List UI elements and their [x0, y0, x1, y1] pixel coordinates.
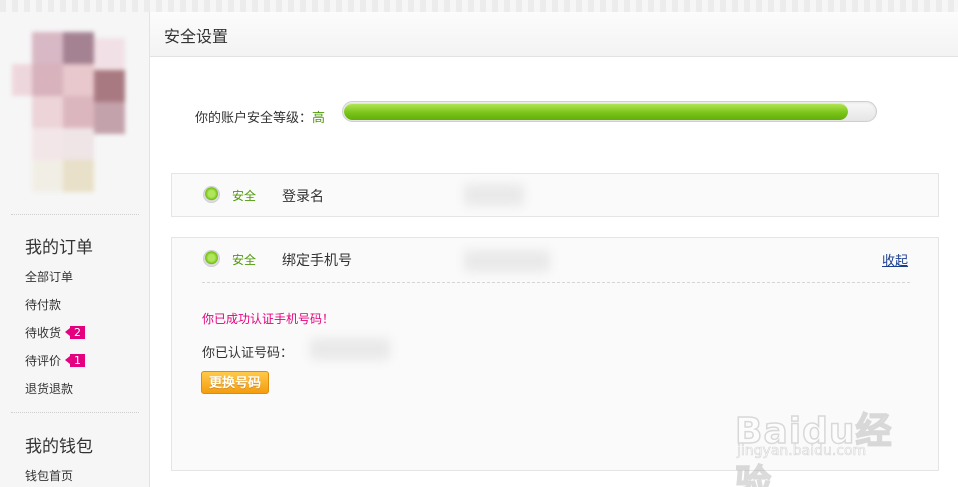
collapse-link[interactable]: 收起 [882, 250, 908, 269]
page-title: 安全设置 [164, 27, 229, 46]
status-ok-icon [203, 186, 220, 203]
row-label: 绑定手机号 [282, 253, 352, 269]
sidebar-item-label: 待付款 [25, 298, 62, 312]
sidebar-item-label: 全部订单 [25, 270, 74, 284]
security-level-fill [344, 103, 848, 120]
change-number-button[interactable]: 更换号码 [201, 371, 270, 394]
status-text: 安全 [232, 253, 257, 267]
sidebar-item-pending-payment[interactable]: 待付款 [25, 296, 61, 313]
sidebar-divider [11, 214, 139, 215]
count-badge: 2 [65, 326, 86, 339]
sidebar-item-pending-review[interactable]: 待评价 1 [25, 352, 86, 369]
sidebar-item-returns[interactable]: 退货退款 [25, 380, 73, 397]
sidebar-section-title-wallet: 我的钱包 [25, 437, 93, 457]
sidebar: 我的订单 全部订单 待付款 待收货 2 待评价 1 退货退款 我的钱包 钱包首页 [0, 12, 150, 487]
row-divider [202, 282, 910, 283]
security-level-label: 你的账户安全等级：高 [195, 107, 325, 126]
masked-login-name [464, 184, 524, 206]
security-level-value: 高 [312, 111, 326, 126]
success-message: 你已成功认证手机号码！ [202, 312, 335, 326]
sidebar-item-wallet-home[interactable]: 钱包首页 [25, 467, 73, 484]
sidebar-item-label: 待评价 [25, 354, 62, 368]
status-text: 安全 [232, 189, 257, 203]
sidebar-item-label: 退货退款 [25, 382, 74, 396]
avatar[interactable] [8, 28, 128, 204]
row-label: 登录名 [282, 189, 324, 205]
page-header: 安全设置 [150, 12, 958, 57]
count-badge: 1 [65, 354, 86, 367]
security-row-phone: 安全 绑定手机号 收起 你已成功认证手机号码！ 你已认证号码： 更换号码 [171, 237, 939, 471]
sidebar-item-label: 待收货 [25, 326, 62, 340]
sidebar-divider [11, 412, 139, 413]
status-ok-icon [203, 250, 220, 267]
sidebar-item-pending-receipt[interactable]: 待收货 2 [25, 324, 86, 341]
top-strip [0, 0, 958, 12]
sidebar-item-all-orders[interactable]: 全部订单 [25, 268, 73, 285]
masked-verified-number [310, 338, 390, 360]
sidebar-item-label: 钱包首页 [25, 469, 74, 483]
security-level-caption: 你的账户安全等级： [195, 111, 313, 126]
verified-number-label: 你已认证号码： [202, 346, 294, 361]
security-row-login-name: 安全 登录名 [171, 173, 939, 217]
sidebar-section-title-orders: 我的订单 [25, 238, 93, 258]
masked-phone-number [464, 250, 550, 272]
security-level-bar [342, 101, 877, 122]
